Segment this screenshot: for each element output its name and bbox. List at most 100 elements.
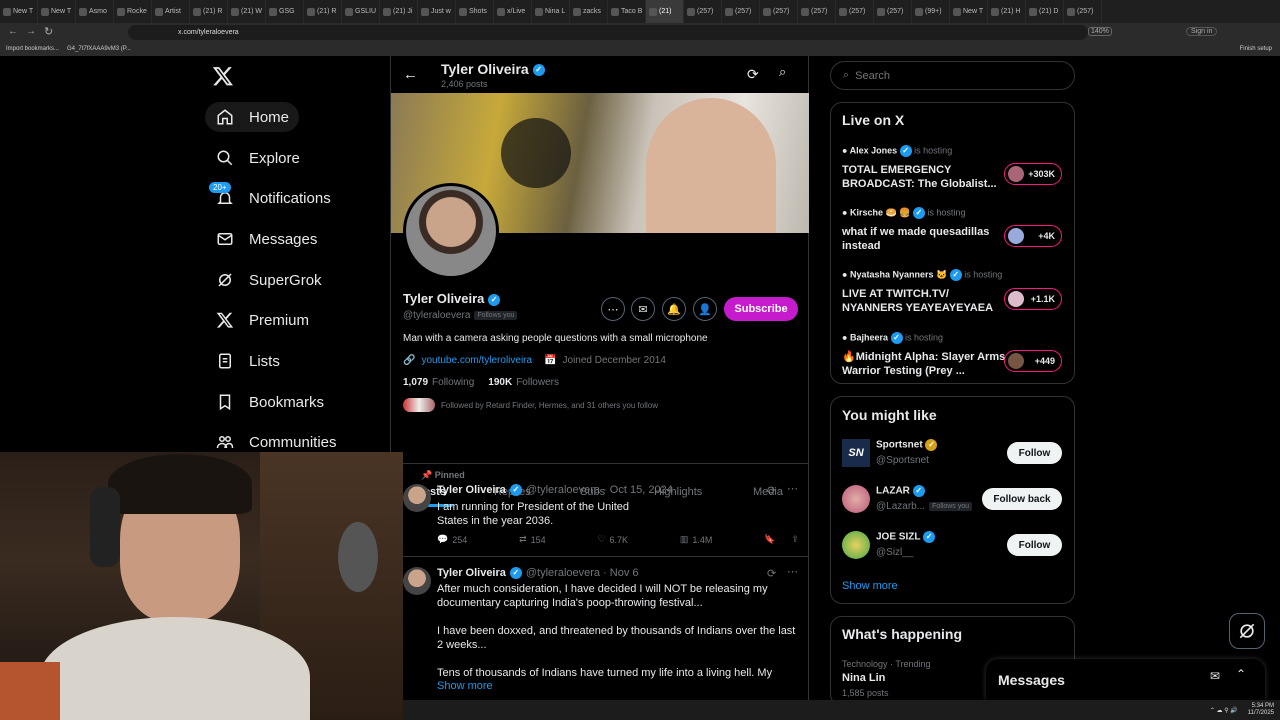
browser-tab[interactable]: Taco B — [608, 0, 646, 23]
followers-count[interactable]: 190K — [488, 377, 512, 388]
live-listeners-pill[interactable]: +449 — [1004, 350, 1062, 372]
might-like-title: You might like — [842, 407, 937, 423]
browser-tab[interactable]: Just w — [418, 0, 456, 23]
messages-drawer[interactable]: Messages ✉ ⌃ — [986, 659, 1265, 700]
following-count[interactable]: 1,079 — [403, 377, 428, 388]
forward-icon[interactable]: → — [26, 26, 36, 37]
nav-explore[interactable]: Explore — [205, 143, 310, 173]
browser-tab[interactable]: Rocke — [114, 0, 152, 23]
trend-topic[interactable]: Nina Lin — [842, 672, 885, 684]
address-bar[interactable]: x.com/tyleraloevera — [128, 25, 1088, 40]
browser-tab[interactable]: New T — [0, 0, 38, 23]
post-avatar[interactable] — [403, 567, 431, 595]
like-action[interactable]: ♡ 6.7K — [597, 534, 628, 545]
search-input[interactable] — [855, 69, 1056, 82]
follow-button[interactable]: Follow — [1007, 534, 1062, 556]
browser-tab[interactable]: (257) — [760, 0, 798, 23]
nav-premium[interactable]: Premium — [205, 305, 319, 335]
post-pinned[interactable]: 📌 Pinned Tyler Oliveira ✓ @tyleraloevera… — [391, 464, 809, 556]
browser-tab[interactable]: (21) W — [228, 0, 266, 23]
notify-button[interactable]: 🔔 — [662, 297, 686, 321]
browser-tab[interactable]: GSG — [266, 0, 304, 23]
post[interactable]: Tyler Oliveira ✓ @tyleraloevera · Nov 6 … — [391, 557, 809, 700]
nav-notifications[interactable]: 20+ Notifications — [205, 182, 341, 213]
profile-link[interactable]: youtube.com/tyleroliveira — [421, 355, 532, 366]
zoom-badge[interactable]: 140% — [1088, 27, 1112, 36]
browser-tab[interactable]: (257) — [836, 0, 874, 23]
nav-bookmarks[interactable]: Bookmarks — [205, 387, 334, 417]
bookmark-action[interactable]: 🔖 ⇪ — [764, 534, 799, 545]
nav-home[interactable]: Home — [205, 102, 300, 132]
show-more-link[interactable]: Show more — [437, 680, 493, 692]
browser-tab[interactable]: (257) — [798, 0, 836, 23]
taskbar-clock[interactable]: 5:34 PM 11/7/2025 — [1248, 703, 1274, 717]
expand-icon[interactable]: ⌃ — [1236, 667, 1246, 681]
bookmark-import[interactable]: Import bookmarks... — [6, 46, 59, 52]
x-logo-icon[interactable] — [212, 65, 234, 87]
followers-label[interactable]: Followers — [516, 377, 559, 388]
grok-float-button[interactable] — [1229, 613, 1265, 649]
back-icon[interactable]: ← — [8, 26, 18, 37]
browser-tab[interactable]: (257) — [874, 0, 912, 23]
repost-action[interactable]: ⇄ 154 — [519, 534, 546, 545]
show-more-link[interactable]: Show more — [842, 580, 898, 592]
new-message-icon[interactable]: ✉ — [1210, 669, 1220, 683]
notifications-badge: 20+ — [209, 182, 231, 193]
browser-tab[interactable]: (257) — [684, 0, 722, 23]
live-listeners-pill[interactable]: +4K — [1004, 225, 1062, 247]
browser-tab-bar: New T New T Asmo Rocke Artist (21) R (21) W GSG… — [0, 0, 1280, 23]
following-label[interactable]: Following — [432, 377, 474, 388]
back-arrow-icon[interactable]: ← — [403, 66, 418, 83]
views-action[interactable]: ▥ 1.4M — [680, 534, 713, 545]
browser-tab[interactable]: (21) D — [1026, 0, 1064, 23]
browser-tab[interactable]: Artist — [152, 0, 190, 23]
browser-tab[interactable]: (21) H — [988, 0, 1026, 23]
browser-tab[interactable]: Shots — [456, 0, 494, 23]
reply-action[interactable]: 💬 254 — [437, 534, 467, 545]
browser-tab[interactable]: (21) R — [304, 0, 342, 23]
follow-back-button[interactable]: Follow back — [982, 488, 1062, 510]
nav-lists[interactable]: Lists — [205, 346, 290, 376]
finish-setup-link[interactable]: Finish setup — [1240, 46, 1272, 52]
profile-avatar[interactable] — [403, 183, 499, 279]
tray-icons[interactable]: ⌃ ☁ ⚲ 🔊 — [1210, 707, 1238, 714]
nav-messages[interactable]: Messages — [205, 224, 327, 254]
reload-icon[interactable]: ↻ — [44, 25, 53, 38]
post-author[interactable]: Tyler Oliveira — [437, 484, 506, 496]
nav-supergrok[interactable]: SuperGrok — [205, 265, 332, 295]
browser-tab[interactable]: (21) Ji — [380, 0, 418, 23]
post-avatar[interactable] — [403, 484, 431, 512]
search-box[interactable]: ⌕ — [830, 61, 1075, 90]
more-icon[interactable]: ⋯ — [787, 482, 798, 495]
browser-tab[interactable]: x/Live — [494, 0, 532, 23]
browser-tab[interactable]: (21) — [646, 0, 684, 23]
envelope-icon: ✉ — [638, 303, 648, 316]
browser-tab[interactable]: (257) — [1064, 0, 1102, 23]
share-icon[interactable]: ⇪ — [791, 534, 799, 545]
grok-icon[interactable]: ⟳ — [767, 567, 776, 580]
live-listeners-pill[interactable]: +1.1K — [1004, 288, 1062, 310]
grok-refresh-icon[interactable]: ⟳ — [747, 66, 759, 83]
subscribe-button[interactable]: Subscribe — [724, 297, 798, 321]
more-options-button[interactable]: ⋯ — [601, 297, 625, 321]
browser-tab[interactable]: (21) R — [190, 0, 228, 23]
follow-button[interactable]: Follow — [1007, 442, 1062, 464]
live-listeners-pill[interactable]: +303K — [1004, 163, 1062, 185]
browser-tab[interactable]: Nina L — [532, 0, 570, 23]
message-button[interactable]: ✉ — [631, 297, 655, 321]
more-icon[interactable]: ⋯ — [787, 565, 798, 578]
bookmark-item[interactable]: G4_7t7fXAAA9vM3 (P... — [67, 46, 131, 52]
followed-by-row[interactable]: Followed by Retard Finder, Hermes, and 3… — [403, 398, 658, 412]
search-icon[interactable]: ⌕ — [779, 64, 786, 80]
browser-tab[interactable]: zacks — [570, 0, 608, 23]
browser-tab[interactable]: GSLIU — [342, 0, 380, 23]
following-button[interactable]: 👤 — [693, 297, 717, 321]
browser-tab[interactable]: (99+) — [912, 0, 950, 23]
browser-tab[interactable]: Asmo — [76, 0, 114, 23]
browser-tab[interactable]: New T — [950, 0, 988, 23]
browser-tab[interactable]: New T — [38, 0, 76, 23]
grok-icon[interactable]: ⟳ — [767, 484, 776, 497]
post-author[interactable]: Tyler Oliveira — [437, 567, 506, 579]
browser-tab[interactable]: (257) — [722, 0, 760, 23]
sign-in-button[interactable]: Sign in — [1186, 27, 1218, 36]
